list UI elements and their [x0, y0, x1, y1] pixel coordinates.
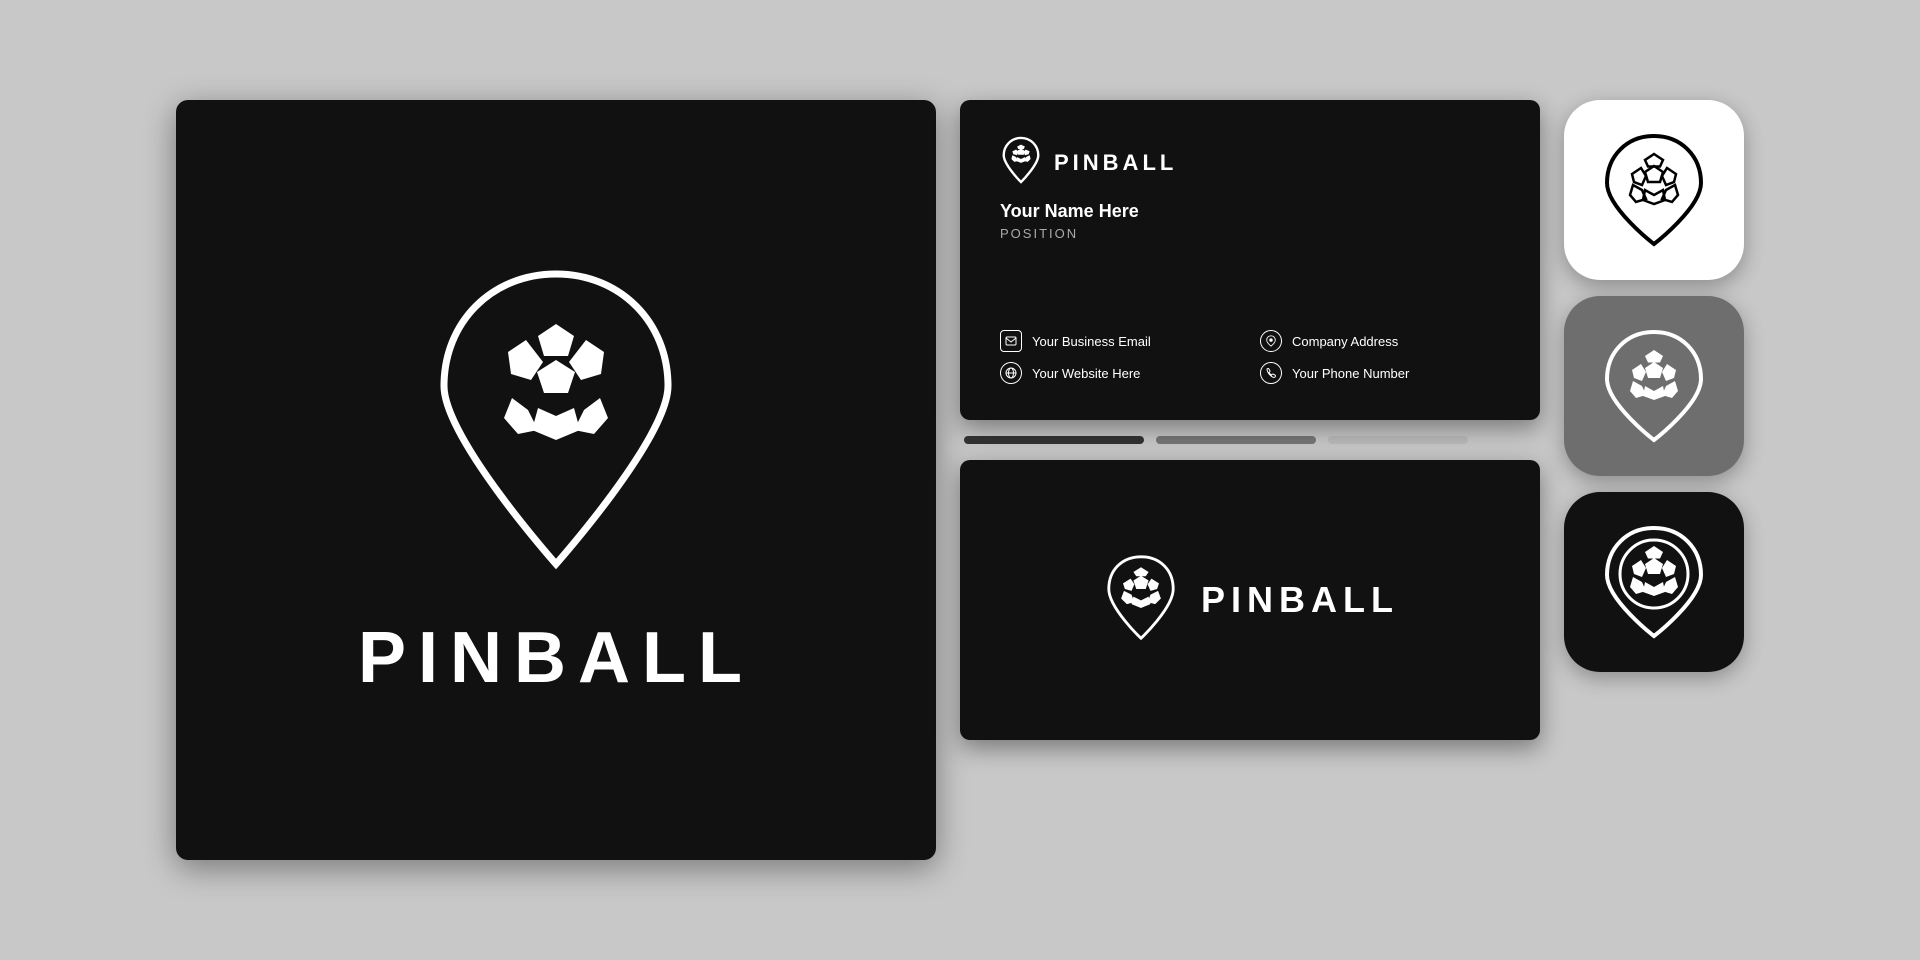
separator-bars	[960, 436, 1540, 444]
card-person-name: Your Name Here	[1000, 201, 1500, 222]
contact-phone: Your Phone Number	[1260, 362, 1500, 384]
email-label: Your Business Email	[1032, 334, 1151, 349]
left-panel: PINBALL	[176, 100, 936, 860]
phone-icon	[1260, 362, 1282, 384]
app-icon-black	[1564, 492, 1744, 672]
card-back-icon	[1101, 553, 1181, 648]
address-label: Company Address	[1292, 334, 1398, 349]
card-back-logo: PINBALL	[1101, 553, 1399, 648]
main-container: PINBALL	[136, 60, 1784, 900]
card-back-brand-name: PINBALL	[1201, 579, 1399, 621]
brand-name-large: PINBALL	[358, 617, 754, 699]
app-icon-white	[1564, 100, 1744, 280]
logo-large: PINBALL	[358, 262, 754, 699]
address-icon	[1260, 330, 1282, 352]
card-brand-name: PINBALL	[1054, 150, 1177, 176]
pinball-icon-large-clean	[416, 262, 696, 587]
email-icon	[1000, 330, 1022, 352]
sep-bar-1	[964, 436, 1144, 444]
contact-email: Your Business Email	[1000, 330, 1240, 352]
middle-column: PINBALL Your Name Here POSITION Your Bus…	[960, 100, 1540, 740]
sep-bar-3	[1328, 436, 1468, 444]
app-icon-gray	[1564, 296, 1744, 476]
contact-address: Company Address	[1260, 330, 1500, 352]
phone-label: Your Phone Number	[1292, 366, 1409, 381]
card-person-info: Your Name Here POSITION	[1000, 201, 1500, 241]
right-column	[1564, 100, 1744, 672]
card-header: PINBALL	[1000, 136, 1500, 189]
card-contact-grid: Your Business Email Company Address Your…	[1000, 330, 1500, 384]
card-position: POSITION	[1000, 226, 1500, 241]
business-card-front: PINBALL Your Name Here POSITION Your Bus…	[960, 100, 1540, 420]
card-logo-icon	[1000, 136, 1042, 189]
business-card-back: PINBALL	[960, 460, 1540, 740]
website-icon	[1000, 362, 1022, 384]
sep-bar-2	[1156, 436, 1316, 444]
contact-website: Your Website Here	[1000, 362, 1240, 384]
website-label: Your Website Here	[1032, 366, 1140, 381]
